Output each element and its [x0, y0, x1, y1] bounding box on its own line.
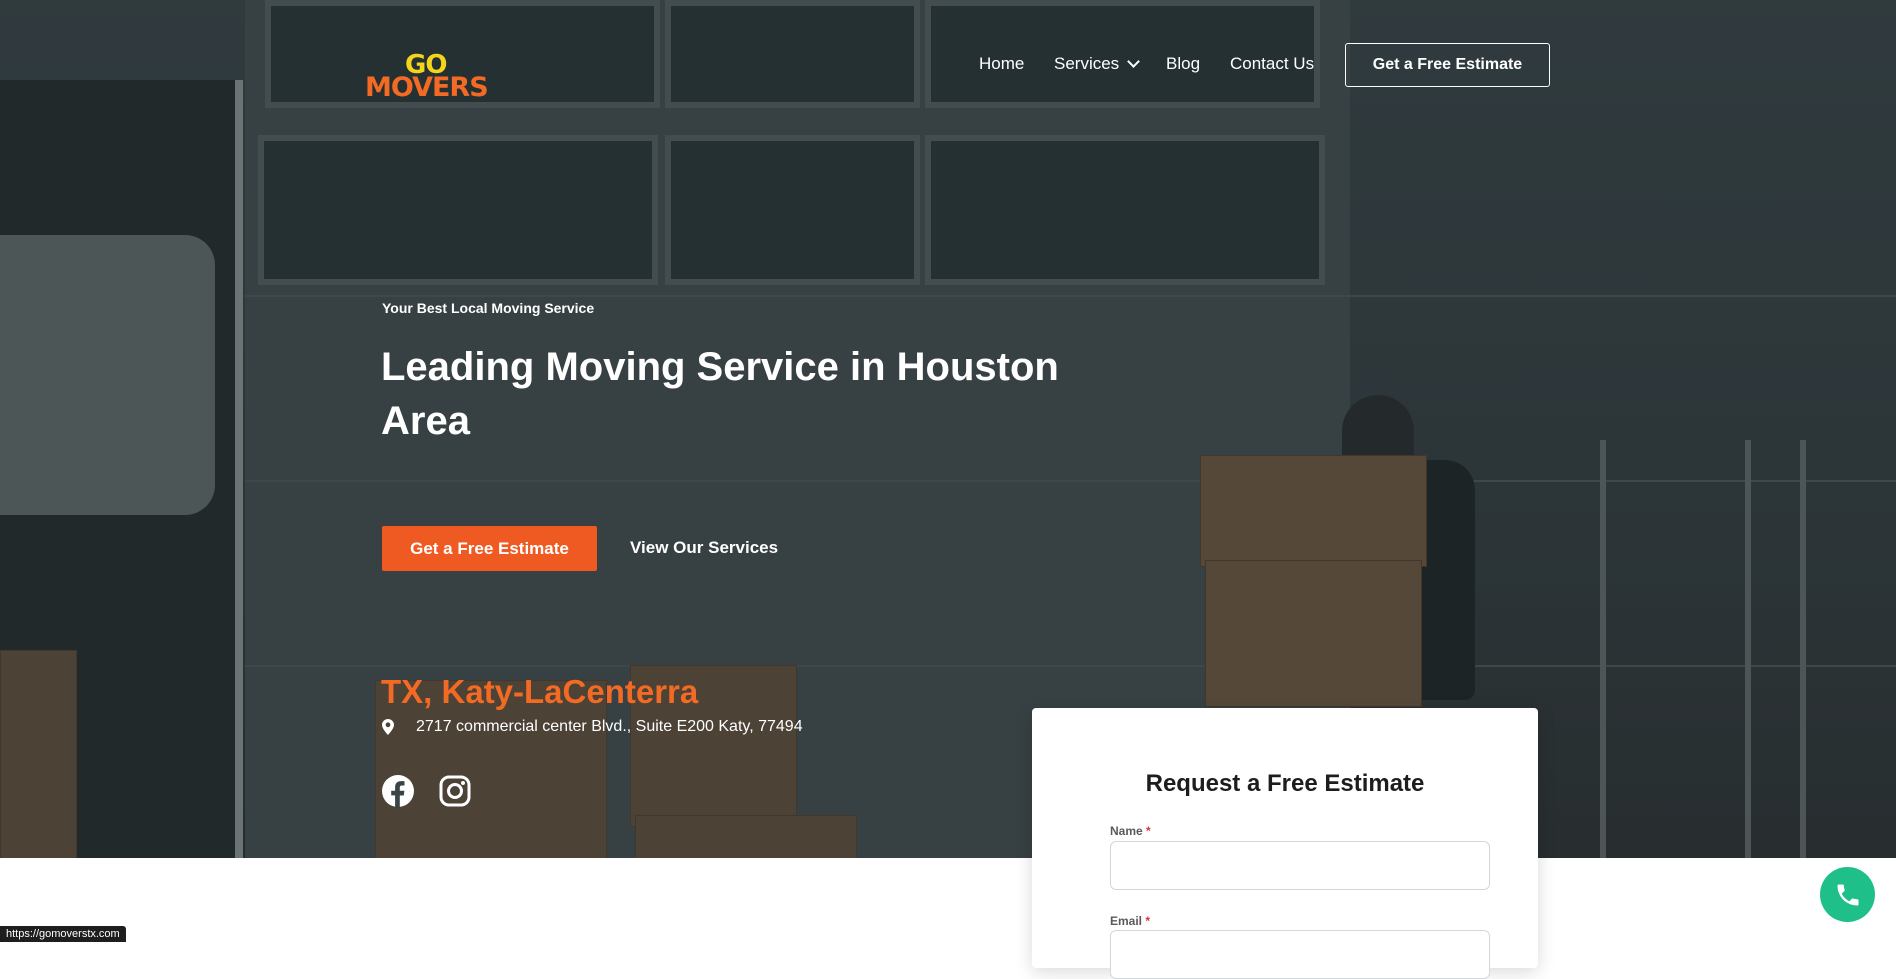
name-field[interactable]	[1110, 841, 1490, 890]
phone-icon	[1837, 884, 1858, 905]
name-label-text: Name	[1110, 824, 1143, 838]
location-title: TX, Katy-LaCenterra	[381, 673, 699, 710]
nav-blog[interactable]: Blog	[1166, 54, 1200, 74]
facebook-icon[interactable]	[381, 774, 415, 808]
required-mark: *	[1145, 914, 1151, 928]
hero-tagline: Your Best Local Moving Service	[382, 300, 595, 316]
instagram-icon[interactable]	[438, 774, 472, 808]
nav-home[interactable]: Home	[979, 54, 1024, 74]
hero-headline: Leading Moving Service in Houston Area	[381, 345, 1059, 443]
estimate-form-card: Request a Free Estimate Name * Email *	[1032, 708, 1538, 979]
chevron-down-icon	[1127, 55, 1141, 68]
map-pin-icon	[382, 719, 394, 735]
nav-contact-us[interactable]: Contact Us	[1230, 54, 1314, 74]
logo-movers-text: MOVERS	[365, 72, 489, 103]
address-row: 2717 commercial center Blvd., Suite E200…	[382, 718, 803, 736]
view-services-link[interactable]: View Our Services	[630, 538, 778, 558]
nav-services[interactable]: Services	[1054, 54, 1141, 74]
call-button[interactable]	[1820, 867, 1875, 922]
form-title: Request a Free Estimate	[1145, 770, 1425, 797]
address-text: 2717 commercial center Blvd., Suite E200…	[416, 718, 803, 735]
required-mark: *	[1146, 824, 1151, 838]
site-logo[interactable]: GO MOVERS	[365, 50, 495, 110]
name-label: Name *	[1110, 824, 1151, 838]
email-field[interactable]	[1110, 930, 1490, 979]
header-estimate-button[interactable]: Get a Free Estimate	[1345, 43, 1550, 87]
nav-services-label: Services	[1054, 54, 1120, 73]
email-label: Email *	[1110, 914, 1150, 928]
status-bar-url: https://gomoverstx.com	[0, 926, 126, 942]
get-estimate-button[interactable]: Get a Free Estimate	[382, 526, 597, 571]
email-label-text: Email	[1110, 914, 1143, 928]
